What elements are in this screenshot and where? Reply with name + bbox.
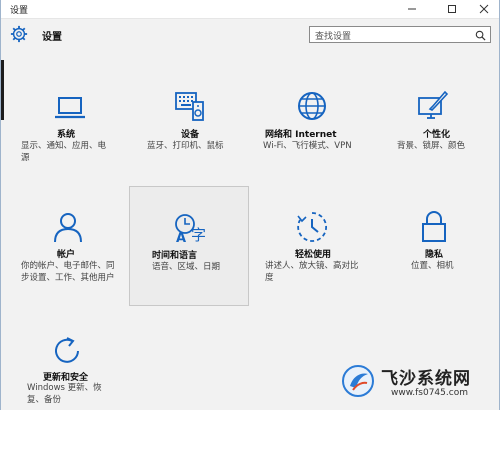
svg-text:A: A	[176, 231, 186, 245]
update-icon	[55, 337, 79, 363]
search-input[interactable]: 查找设置	[309, 26, 491, 43]
search-placeholder: 查找设置	[315, 32, 352, 42]
tile-privacy-label: 隐私	[425, 250, 444, 260]
tile-system-label: 系统	[57, 130, 76, 140]
person-icon	[54, 213, 82, 243]
tile-network-label: 网络和 Internet	[265, 130, 337, 140]
tile-system-desc: 显示、通知、应用、电源	[21, 141, 107, 163]
search-icon[interactable]	[475, 30, 486, 41]
fs-logo-icon	[342, 365, 374, 397]
tile-accounts-label: 帐户	[57, 250, 76, 260]
lock-icon	[422, 211, 446, 242]
tile-ease-of-access-desc: 讲述人、放大镜、高对比度	[265, 261, 359, 283]
tile-time-language-label: 时间和语言	[152, 251, 198, 261]
tile-privacy[interactable]: 隐私 位置、相机	[385, 210, 500, 330]
tile-personalization-desc: 背景、锁屏、颜色	[397, 141, 466, 151]
paint-monitor-icon	[418, 90, 449, 119]
minimize-icon	[408, 8, 416, 10]
tile-update-security-desc: Windows 更新、恢复、备份	[27, 383, 102, 405]
minimize-button[interactable]	[399, 0, 425, 18]
globe-icon	[298, 92, 326, 120]
settings-header: 设置 查找设置	[1, 22, 499, 48]
time-language-icon: A 字	[175, 214, 206, 245]
gear-icon	[10, 25, 28, 43]
tile-network-desc: Wi-Fi、飞行模式、VPN	[263, 141, 352, 151]
laptop-icon	[55, 97, 85, 119]
close-icon	[479, 4, 489, 14]
close-button[interactable]	[471, 0, 497, 18]
tile-privacy-desc: 位置、相机	[411, 261, 454, 271]
watermark-title: 飞沙系统网	[381, 369, 471, 389]
title-bar: 设置	[1, 0, 499, 19]
tile-devices-label: 设备	[181, 130, 200, 140]
tile-accounts-desc: 你的帐户、电子邮件、同步设置、工作、其他用户	[21, 261, 115, 283]
tile-time-language[interactable]: A 字 时间和语言 语音、区域、日期	[129, 186, 249, 306]
tile-network[interactable]: 网络和 Internet Wi-Fi、飞行模式、VPN	[263, 90, 383, 210]
tile-personalization-label: 个性化	[423, 130, 451, 140]
tile-devices-desc: 蓝牙、打印机、鼠标	[147, 141, 224, 151]
background-edge	[1, 60, 4, 120]
tile-ease-of-access[interactable]: 轻松使用 讲述人、放大镜、高对比度	[265, 210, 385, 330]
keyboard-speaker-icon	[175, 92, 204, 121]
tile-ease-of-access-label: 轻松使用	[295, 250, 332, 260]
tile-time-language-desc: 语音、区域、日期	[152, 262, 221, 272]
tile-personalization[interactable]: 个性化 背景、锁屏、颜色	[385, 90, 500, 210]
settings-window: 设置 设置 查找设置 系统 显示、通知、应用、电源 设备 蓝牙、打印机、鼠标 网…	[0, 0, 500, 410]
watermark-url: www.fs0745.com	[391, 388, 468, 398]
tile-update-security[interactable]: 更新和安全 Windows 更新、恢复、备份	[27, 334, 153, 454]
window-title: 设置	[10, 6, 29, 16]
maximize-button[interactable]	[439, 0, 465, 18]
watermark: 飞沙系统网 www.fs0745.com	[341, 362, 491, 406]
maximize-icon	[448, 5, 456, 13]
ease-of-access-icon	[297, 212, 328, 242]
page-title: 设置	[42, 32, 62, 43]
svg-text:字: 字	[191, 226, 206, 244]
